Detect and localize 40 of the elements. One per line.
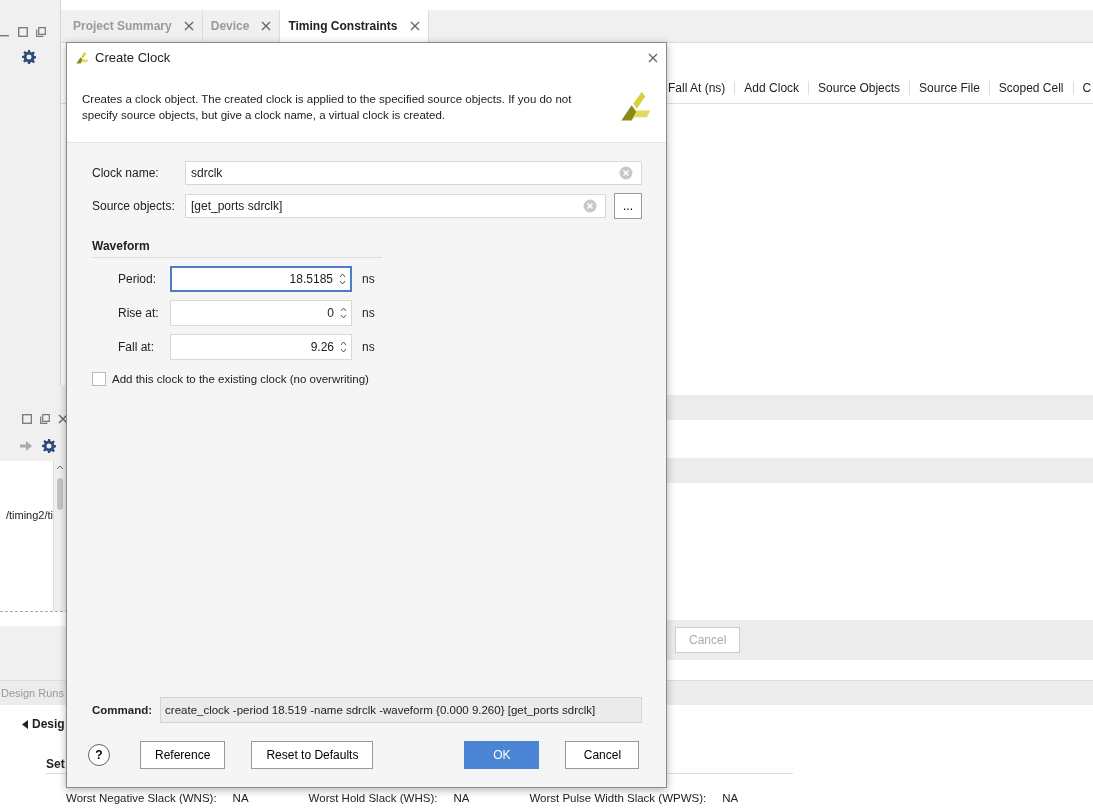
editor-tab[interactable]: Timing Constraints (280, 10, 429, 42)
unit-label: ns (362, 306, 375, 320)
spin-field[interactable]: 18.5185 (170, 266, 352, 292)
metric-value: NA (453, 792, 470, 804)
dialog-button[interactable]: Reset to Defaults (251, 741, 374, 769)
metric-value: NA (232, 792, 249, 804)
unit-label: ns (362, 272, 375, 286)
column-header[interactable]: Scoped Cell (989, 81, 1074, 95)
field-label: Period: (118, 272, 158, 286)
section-title: Waveform (92, 239, 382, 258)
metric-label: Worst Hold Slack (WHS): (308, 792, 438, 804)
dialog-button[interactable]: OK (464, 741, 540, 769)
tree-item[interactable]: Desig (32, 717, 65, 731)
unit-label: ns (362, 340, 375, 354)
dialog-button[interactable]: Reference (140, 741, 226, 769)
file-path[interactable]: /timing2/ti (5, 509, 53, 521)
text-field[interactable]: sdrclk (185, 161, 642, 185)
metric-label: Worst Pulse Width Slack (WPWS): (529, 792, 707, 804)
help-button[interactable]: ? (88, 744, 110, 766)
browse-button[interactable]: ... (614, 193, 642, 219)
dialog-title: Create Clock (95, 50, 172, 65)
dialog-button[interactable]: Cancel (565, 741, 640, 769)
metric-label: Worst Negative Slack (WNS): (66, 792, 217, 804)
field-label: Rise at: (118, 306, 160, 320)
metric-value: NA (722, 792, 739, 804)
field-label: Fall at: (118, 340, 155, 354)
checkbox-label[interactable]: Add this clock to the existing clock (no overwriting) (112, 373, 369, 385)
section-title: Set (46, 757, 65, 771)
spin-field[interactable]: 9.26 (170, 334, 352, 360)
column-header[interactable]: C (1073, 81, 1093, 95)
column-header[interactable]: Source Objects (809, 81, 911, 95)
column-header[interactable]: Source File (910, 81, 990, 95)
command-field[interactable]: create_clock -period 18.519 -name sdrclk -waveform {0.000 9.260} [get_ports sdrclk] (160, 697, 642, 723)
spin-field[interactable]: 0 (170, 300, 352, 326)
command-label: Command: (92, 704, 153, 716)
field-label: Source objects: (92, 199, 176, 213)
column-header[interactable]: Add Clock (735, 81, 810, 95)
text-field[interactable]: [get_ports sdrclk] (185, 194, 606, 218)
description: Creates a clock object. The created clock is applied to the specified source objects. If you do not specify source objects, but give a clock name, a virtual clock is created. (82, 92, 573, 123)
field-label: Clock name: (92, 166, 160, 180)
